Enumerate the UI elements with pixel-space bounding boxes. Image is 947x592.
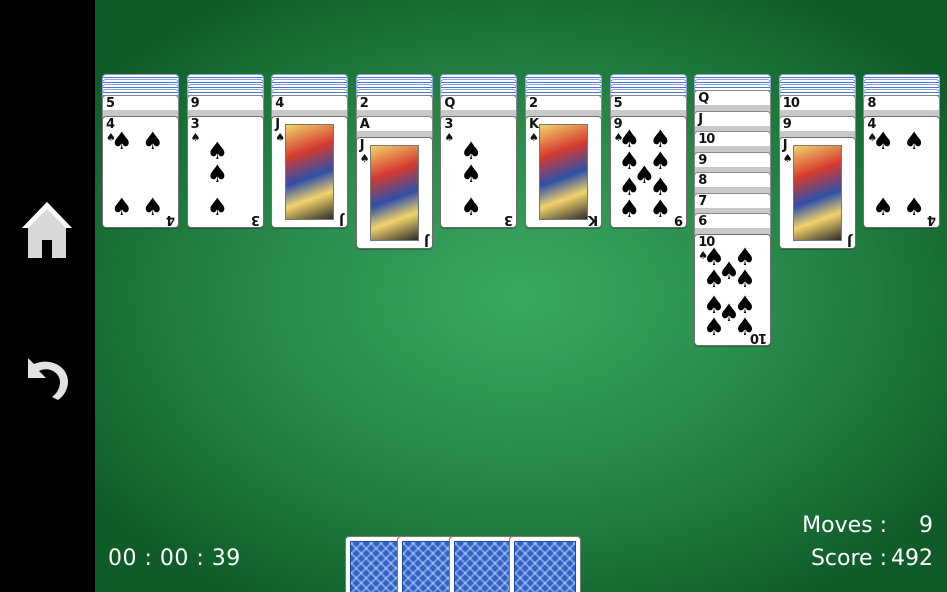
- card-rank: J: [275, 117, 280, 132]
- card-rank: 7: [698, 193, 707, 209]
- spade-icon: ♠: [734, 264, 756, 293]
- spade-icon: ♠: [872, 127, 894, 155]
- card-rank: 4: [928, 212, 937, 227]
- card-back-pattern: [514, 541, 576, 592]
- timer: 00 : 00 : 39: [108, 546, 241, 571]
- stock-pile[interactable]: [345, 536, 585, 592]
- spade-icon: ♠: [782, 152, 793, 165]
- undo-icon: [28, 358, 68, 400]
- top-card[interactable]: 10 ♠ 10 ♠ ♠ ♠ ♠ ♠ ♠ ♠ ♠ ♠ ♠: [694, 233, 772, 346]
- card-rank: 8: [867, 96, 876, 111]
- score-value: 492: [891, 546, 933, 571]
- card-rank: Q: [444, 96, 455, 111]
- sidebar: [0, 0, 95, 592]
- spade-icon: ♠: [872, 193, 894, 221]
- tableau-column-9[interactable]: 10 9 J ♠ J: [778, 0, 856, 592]
- spade-icon: ♠: [444, 131, 455, 144]
- card-rank: 10: [782, 96, 800, 111]
- spade-icon: ♠: [649, 195, 672, 223]
- home-button[interactable]: [18, 198, 76, 262]
- card-rank: 5: [613, 96, 623, 111]
- undo-button[interactable]: [18, 342, 76, 406]
- card-rank: 4: [166, 212, 175, 227]
- tableau-column-6[interactable]: 2 K ♠ K: [525, 0, 602, 592]
- face-card-art: [369, 145, 419, 241]
- top-card[interactable]: K ♠ K: [525, 116, 602, 228]
- spade-icon: ♠: [903, 193, 925, 221]
- tableau-column-10[interactable]: 8 4 ♠ 4 ♠ ♠ ♠ ♠: [863, 0, 941, 592]
- game-board: 5 4 ♠ 4 ♠ ♠ ♠ ♠ 9 3 ♠ 3 ♠ ♠ ♠ 4 J ♠ J 2 A J ♠ J Q 3 ♠ 3 ♠ ♠ ♠ 2 K ♠ K 5 9 ♠ 9 ♠…: [95, 0, 947, 592]
- card-rank: 9: [782, 117, 792, 132]
- top-card[interactable]: 3 ♠ 3 ♠ ♠ ♠: [186, 116, 264, 228]
- card-rank: 3: [505, 212, 514, 227]
- card-rank: 10: [698, 132, 715, 147]
- card-rank: 3: [190, 117, 200, 132]
- moves-label: Moves :: [802, 513, 887, 538]
- face-card-art: [539, 124, 588, 220]
- card-rank: 2: [359, 96, 369, 111]
- spade-icon: ♠: [703, 264, 725, 293]
- card-rank: J: [359, 138, 365, 153]
- card-rank: J: [698, 111, 703, 127]
- card-rank: J: [782, 138, 788, 153]
- card-rank: J: [847, 233, 852, 248]
- card-rank: 9: [190, 96, 200, 111]
- card-rank: K: [529, 117, 539, 132]
- spade-icon: ♠: [142, 127, 164, 155]
- top-card[interactable]: J ♠ J: [271, 116, 349, 228]
- spade-icon: ♠: [111, 193, 133, 221]
- tableau-column-1[interactable]: 5 4 ♠ 4 ♠ ♠ ♠ ♠: [102, 0, 179, 592]
- tableau-column-8[interactable]: Q J 10 9 8 7 6 10 ♠ 10 ♠ ♠ ♠ ♠ ♠ ♠ ♠ ♠ ♠ ♠: [694, 0, 772, 592]
- tableau-column-5[interactable]: Q 3 ♠ 3 ♠ ♠ ♠: [440, 0, 518, 592]
- spade-icon: ♠: [903, 127, 925, 155]
- spade-icon: ♠: [460, 193, 482, 221]
- face-card-art: [285, 124, 335, 220]
- card-rank: 3: [444, 117, 453, 132]
- spade-icon: ♠: [703, 312, 725, 341]
- top-card[interactable]: 4 ♠ 4 ♠ ♠ ♠ ♠: [863, 116, 941, 228]
- card-rank: 8: [698, 173, 707, 188]
- card-rank: 6: [698, 214, 707, 229]
- card-rank: A: [359, 117, 370, 132]
- spade-icon: ♠: [618, 195, 641, 223]
- spade-icon: ♠: [142, 193, 164, 221]
- tableau-column-3[interactable]: 4 J ♠ J: [271, 0, 349, 592]
- spade-icon: ♠: [275, 131, 286, 144]
- face-card-art: [792, 145, 842, 241]
- top-card[interactable]: 4 ♠ 4 ♠ ♠ ♠ ♠: [102, 116, 179, 228]
- card-rank: 4: [275, 96, 284, 111]
- top-card[interactable]: J ♠ J: [778, 137, 856, 249]
- spade-icon: ♠: [460, 160, 482, 188]
- card-rank: 9: [698, 152, 707, 168]
- card-rank: 3: [251, 212, 260, 227]
- card-rank: 9: [674, 212, 683, 227]
- card-rank: K: [588, 212, 598, 227]
- home-icon: [22, 202, 72, 258]
- spade-icon: ♠: [734, 312, 756, 341]
- spade-icon: ♠: [206, 193, 229, 221]
- spade-icon: ♠: [190, 131, 201, 144]
- stock-card-back[interactable]: [509, 536, 581, 592]
- card-rank: 2: [529, 96, 538, 111]
- spade-icon: ♠: [359, 152, 370, 165]
- tableau-column-7[interactable]: 5 9 ♠ 9 ♠ ♠ ♠ ♠ ♠ ♠ ♠ ♠ ♠: [609, 0, 687, 592]
- tableau-column-4[interactable]: 2 A J ♠ J: [355, 0, 433, 592]
- score-label: Score :: [810, 546, 887, 571]
- spade-icon: ♠: [111, 127, 133, 155]
- tableau-column-2[interactable]: 9 3 ♠ 3 ♠ ♠ ♠: [186, 0, 264, 592]
- card-rank: Q: [698, 91, 709, 106]
- card-back-pattern: [454, 541, 516, 592]
- card-rank: J: [424, 233, 429, 248]
- spade-icon: ♠: [529, 131, 539, 144]
- card-rank: 5: [106, 96, 115, 111]
- spade-icon: ♠: [206, 160, 229, 188]
- top-card[interactable]: J ♠ J: [355, 137, 433, 249]
- top-card[interactable]: 9 ♠ 9 ♠ ♠ ♠ ♠ ♠ ♠ ♠ ♠ ♠: [609, 116, 687, 228]
- moves-value: 9: [919, 513, 933, 538]
- top-card[interactable]: 3 ♠ 3 ♠ ♠ ♠: [440, 116, 518, 228]
- card-rank: J: [340, 212, 345, 227]
